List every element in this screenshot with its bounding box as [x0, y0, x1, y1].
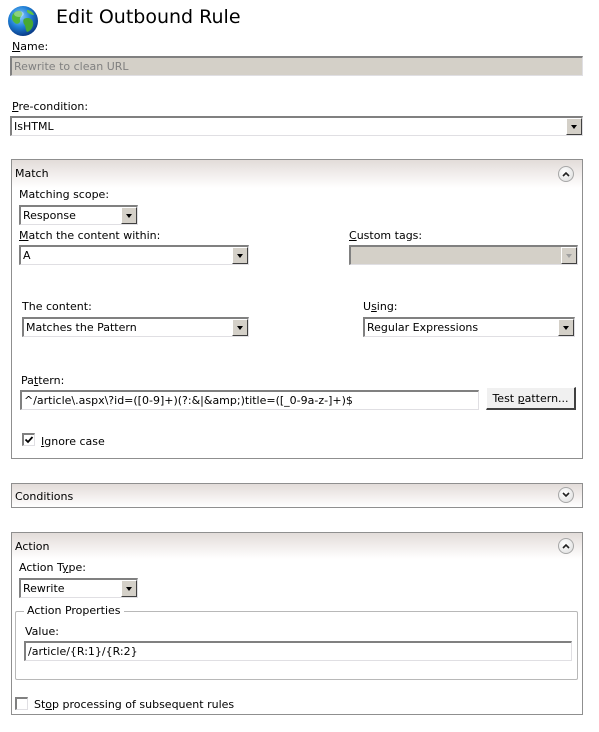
pattern-text: tern: [38, 374, 65, 387]
the-content-label: The content: [22, 300, 92, 313]
name-label-accel: N [12, 40, 21, 53]
ignore-case-label[interactable]: Ignore case [41, 435, 105, 448]
value-input[interactable]: /article/{R:1}/{R:2} [24, 641, 572, 661]
match-within-text: atch the content within: [28, 229, 161, 242]
value-label: Value: [25, 625, 59, 638]
chevron-down-icon[interactable] [232, 247, 248, 264]
custom-tags-text: ustom tags: [356, 229, 423, 242]
page-title: Edit Outbound Rule [56, 6, 241, 28]
custom-tags-label: Custom tags: [349, 229, 422, 242]
stop-processing-label[interactable]: Stop processing of subsequent rules [34, 698, 234, 711]
test-pattern-accel: p [517, 392, 525, 405]
precondition-select[interactable]: IsHTML [10, 116, 583, 136]
match-header[interactable]: Match [12, 160, 582, 188]
match-within-select[interactable]: A [19, 245, 249, 265]
precondition-value: IsHTML [14, 120, 54, 133]
match-within-label: Match the content within: [19, 229, 160, 242]
test-pattern-pre: Test [492, 392, 518, 405]
globe-icon [7, 5, 39, 37]
pattern-value: ^/article\.aspx\?id=([0-9]+)(?:&|&amp;)t… [24, 394, 353, 407]
expand-chevron-down-icon[interactable] [558, 487, 574, 503]
collapse-chevron-up-icon[interactable] [558, 538, 574, 554]
match-within-accel: M [19, 229, 29, 242]
using-label: Using: [363, 300, 398, 313]
test-pattern-button[interactable]: Test pattern... [486, 387, 576, 410]
chevron-down-icon[interactable] [121, 207, 137, 224]
chevron-down-icon[interactable] [566, 118, 582, 135]
action-title: Action [15, 540, 50, 553]
action-type-text: pe: [68, 561, 86, 574]
ignore-case-text: gnore case [44, 435, 105, 448]
using-pre: U [363, 300, 372, 313]
matching-scope-select[interactable]: Response [19, 205, 138, 225]
precondition-label: Pre-condition: [12, 100, 88, 113]
stop-processing-text: p processing of subsequent rules [52, 698, 235, 711]
chevron-down-icon[interactable] [232, 319, 248, 336]
matching-scope-label: Matching scope: [19, 188, 110, 201]
pattern-input[interactable]: ^/article\.aspx\?id=([0-9]+)(?:&|&amp;)t… [20, 390, 479, 410]
action-type-label: Action Type: [19, 561, 86, 574]
action-type-value: Rewrite [23, 582, 65, 595]
conditions-title: Conditions [15, 490, 74, 503]
action-type-select[interactable]: Rewrite [19, 578, 138, 598]
chevron-down-icon[interactable] [558, 319, 574, 336]
value-value: /article/{R:1}/{R:2} [28, 645, 138, 658]
collapse-chevron-up-icon[interactable] [558, 166, 574, 182]
the-content-select[interactable]: Matches the Pattern [22, 317, 249, 337]
name-label-text: ame: [20, 40, 49, 53]
ignore-case-checkbox[interactable] [22, 433, 35, 446]
action-type-pre: Action T [19, 561, 62, 574]
the-content-value: Matches the Pattern [26, 321, 137, 334]
name-input[interactable]: Rewrite to clean URL [10, 56, 583, 76]
name-value: Rewrite to clean URL [14, 60, 129, 73]
action-properties-legend: Action Properties [24, 604, 124, 617]
chevron-down-icon[interactable] [121, 580, 137, 597]
test-pattern-text: attern... [524, 392, 569, 405]
pattern-label: Pattern: [21, 374, 64, 387]
checkmark-icon [24, 436, 34, 444]
match-title: Match [15, 167, 49, 180]
chevron-down-icon[interactable] [561, 247, 577, 264]
using-value: Regular Expressions [367, 321, 479, 334]
stop-processing-checkbox[interactable] [15, 697, 28, 710]
matching-scope-value: Response [23, 209, 76, 222]
name-label: Name: [12, 40, 48, 53]
conditions-header[interactable]: Conditions [12, 484, 582, 507]
using-text: ing: [376, 300, 398, 313]
action-header[interactable]: Action [12, 533, 582, 559]
pattern-pre: Pa [21, 374, 34, 387]
conditions-section: Conditions [11, 483, 583, 508]
using-select[interactable]: Regular Expressions [363, 317, 575, 337]
match-within-value: A [23, 249, 31, 262]
stop-processing-pre: St [34, 698, 46, 711]
custom-tags-accel: C [349, 229, 357, 242]
match-section: Match [11, 159, 583, 459]
custom-tags-select[interactable] [349, 245, 578, 265]
precondition-label-text: re-condition: [18, 100, 89, 113]
